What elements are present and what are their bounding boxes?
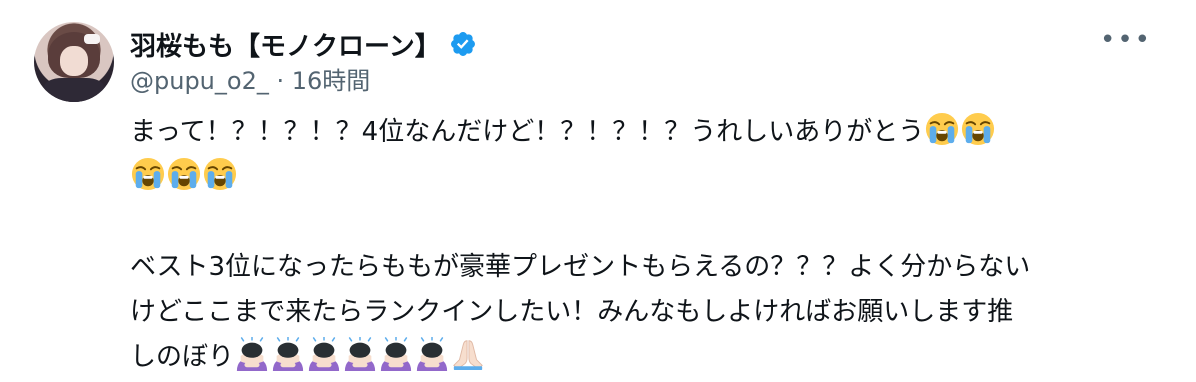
loudly-crying-face-emoji: [131, 157, 165, 191]
post-time[interactable]: 16時間: [292, 67, 371, 95]
handle-row: @pupu_o2_ · 16時間: [130, 64, 1156, 98]
name-row: 羽桜もも【モノクローン】: [130, 24, 1156, 64]
loudly-crying-face-emoji: [926, 112, 959, 146]
folded-hands-emoji: [453, 340, 483, 371]
praying-emoji-group: [450, 340, 486, 372]
post-line-1: まって！？！？！？4位なんだけど！？！？！？うれしいありがとう: [130, 110, 1170, 155]
display-name[interactable]: 羽桜もも【モノクローン】: [130, 26, 441, 63]
tweet-header: 羽桜もも【モノクローン】 ••• @pupu_o2_ · 16時間: [130, 24, 1156, 98]
bowing-emoji-group: [234, 337, 450, 372]
post-text-line-1: まって！？！？！？4位なんだけど！？！？！？うれしいありがとう: [130, 117, 925, 147]
post-line-2: [130, 155, 1170, 200]
tweet-card[interactable]: 羽桜もも【モノクローン】 ••• @pupu_o2_ · 16時間 まって！？！…: [0, 0, 1196, 382]
woman-bowing-emoji: [236, 337, 268, 371]
avatar-face: [60, 46, 88, 76]
avatar-dress: [44, 78, 104, 102]
loudly-crying-face-emoji: [167, 157, 201, 191]
woman-bowing-emoji: [344, 337, 376, 371]
post-line-4: けどここまで来たらランクインしたい！みんなもしよければお願いします推: [130, 297, 1014, 327]
more-options-icon[interactable]: •••: [1100, 27, 1152, 53]
woman-bowing-emoji: [380, 337, 412, 371]
separator-dot: ·: [276, 67, 285, 95]
avatar-bow: [84, 34, 100, 44]
avatar[interactable]: [34, 22, 114, 102]
woman-bowing-emoji: [416, 337, 448, 371]
post-text-line-5: しのぼり: [130, 342, 235, 372]
user-handle[interactable]: @pupu_o2_: [130, 67, 269, 95]
tweet-body: まって！？！？！？4位なんだけど！？！？！？うれしいありがとう ベスト3位になっ…: [130, 110, 1170, 380]
post-line-3: ベスト3位になったらももが豪華プレゼントもらえるの？？？よく分からない: [130, 252, 1031, 282]
loudly-crying-face-emoji: [962, 112, 995, 146]
post-line-5: しのぼり: [130, 335, 1170, 380]
crying-emoji-group-1: [924, 112, 996, 147]
verified-badge-icon[interactable]: [449, 30, 477, 58]
crying-emoji-group-2: [130, 157, 238, 192]
woman-bowing-emoji: [272, 337, 304, 371]
loudly-crying-face-emoji: [203, 157, 237, 191]
woman-bowing-emoji: [308, 337, 340, 371]
